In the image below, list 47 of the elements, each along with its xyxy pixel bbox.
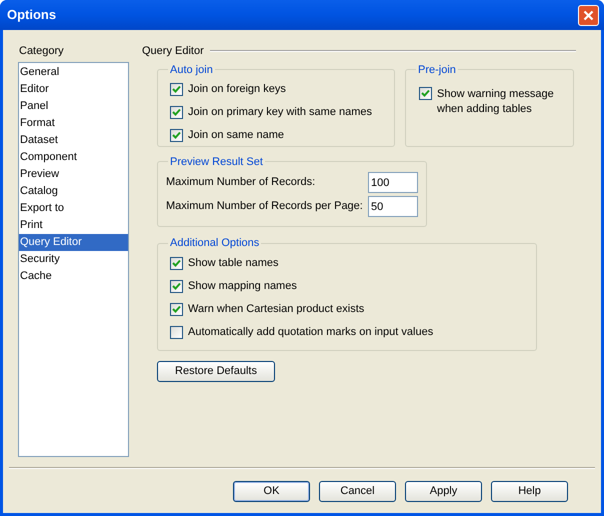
category-item[interactable]: Format [19,114,128,132]
category-item[interactable]: General [19,64,128,80]
category-item[interactable]: Cache [19,268,128,284]
dialog-button[interactable]: Cancel [319,480,396,502]
option-label: Show mapping names [188,280,297,292]
checked-checkbox[interactable] [170,106,183,119]
option-label: Warn when Cartesian product exists [188,302,364,316]
number-field[interactable]: 100 [368,172,418,193]
category-label: Category [19,44,65,59]
dialog-button[interactable]: Apply [405,480,482,502]
dialog-button[interactable]: Help [491,480,568,502]
window-title: Options [7,6,56,24]
category-item[interactable]: Security [19,250,128,268]
category-item[interactable]: Dataset [19,132,128,148]
option-label: Show warning message when adding tables [437,87,555,117]
field-label: Maximum Number of Records: [166,175,316,190]
category-item[interactable]: Catalog [19,182,128,200]
checked-checkbox[interactable] [170,302,183,316]
category-item[interactable]: Panel [19,98,128,114]
dialog-button[interactable]: Restore Defaults [157,360,275,382]
category-item[interactable]: Preview [19,166,128,182]
dialog-button[interactable]: OK [233,480,310,502]
category-item[interactable]: Editor [19,80,128,98]
close-button[interactable] [578,4,599,26]
category-item[interactable]: Component [19,148,128,166]
checked-checkbox[interactable] [170,256,183,270]
category-item[interactable]: Query Editor [19,234,128,250]
group-title: Additional Options [169,236,260,251]
checked-checkbox[interactable] [170,129,183,142]
checked-checkbox[interactable] [170,83,183,96]
option-label: Show table names [188,256,278,270]
field-label: Maximum Number of Records per Page: [166,199,363,214]
close-icon [583,10,594,20]
category-item[interactable]: Print [19,216,128,234]
option-label: Automatically add quotation marks on input values [188,326,434,338]
checked-checkbox[interactable] [419,87,432,100]
group-title: Preview Result Set [169,154,264,170]
page-title: Query Editor [142,44,204,59]
option-label: Join on foreign keys [188,83,286,96]
checkbox[interactable] [170,326,183,338]
group-title: Pre-join [417,62,457,78]
option-label: Join on primary key with same names [188,106,372,119]
category-item[interactable]: Export to [19,200,128,216]
group-title: Auto join [169,62,214,78]
number-field[interactable]: 50 [368,196,418,217]
checked-checkbox[interactable] [170,280,183,292]
option-label: Join on same name [188,129,284,142]
